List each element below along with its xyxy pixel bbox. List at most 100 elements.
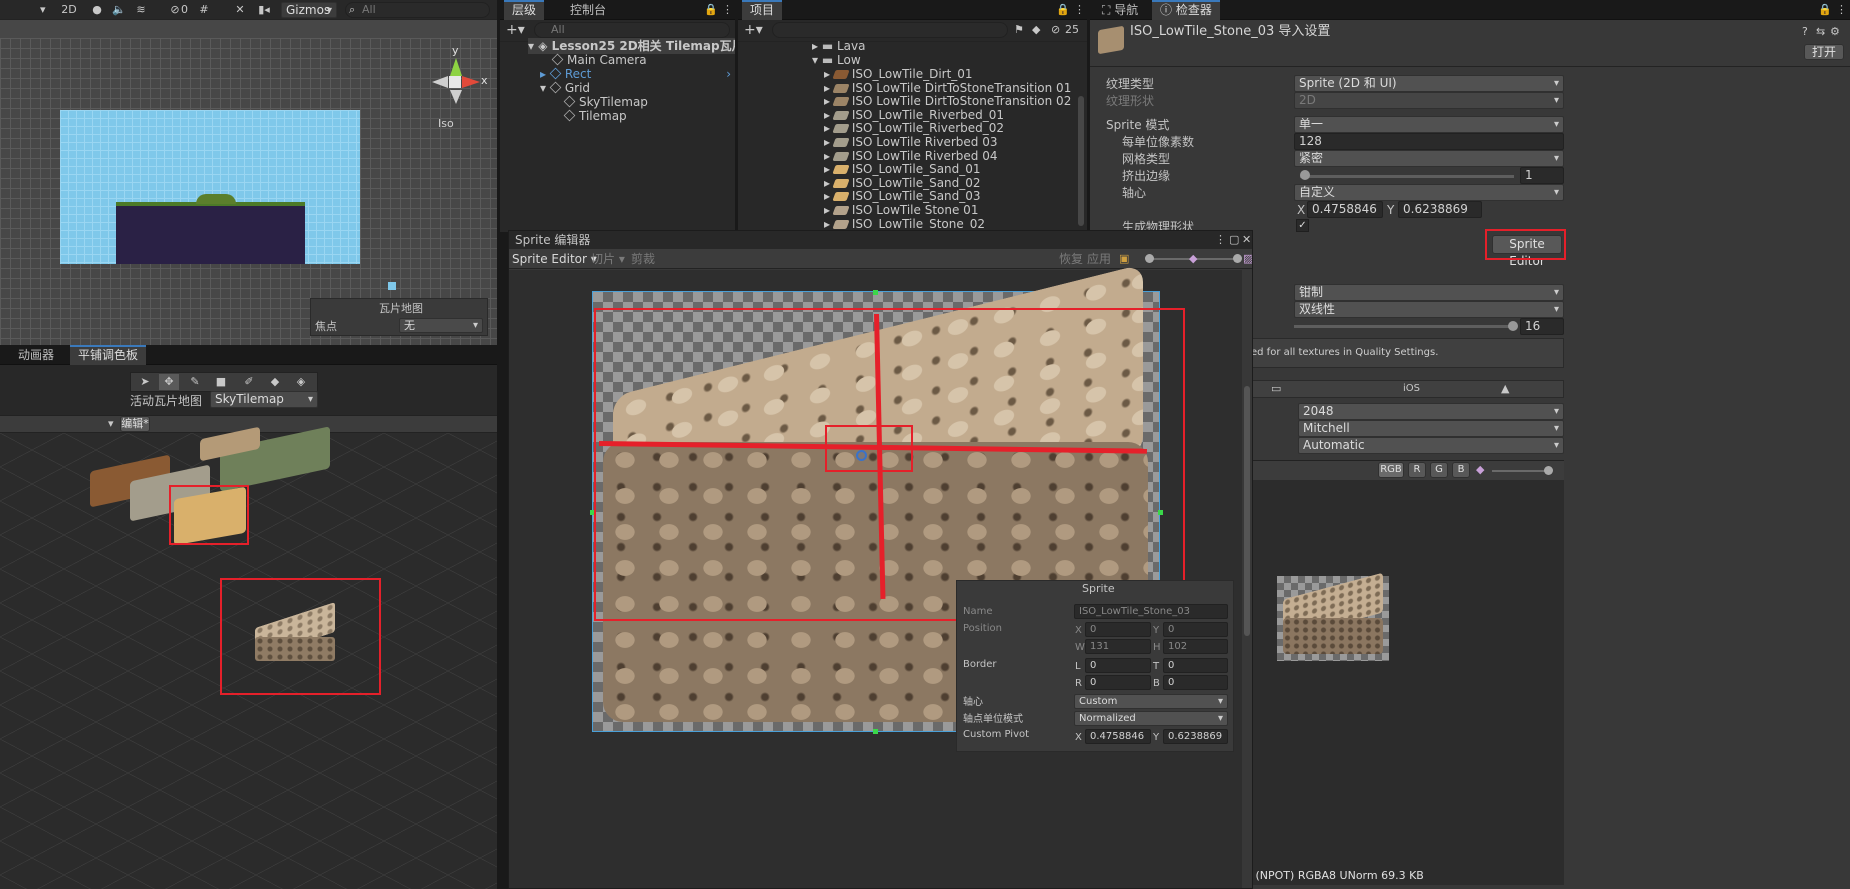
move-tool-icon[interactable]: ✥: [159, 374, 179, 390]
generate-physics-checkbox[interactable]: ✓: [1296, 219, 1309, 232]
sprite-mode-dropdown[interactable]: 单一: [1294, 116, 1564, 133]
hierarchy-item-tilemap[interactable]: Tilemap: [563, 108, 627, 124]
custom-pivot-y-field[interactable]: 0.6238869: [1163, 729, 1228, 744]
channel-g[interactable]: G: [1430, 462, 1448, 478]
gear-icon[interactable]: ⚙: [1830, 24, 1840, 40]
alpha-icon[interactable]: ◆: [1189, 251, 1197, 267]
scene-search-input[interactable]: All: [345, 2, 490, 18]
pivot-dropdown[interactable]: 自定义: [1294, 184, 1564, 201]
format-dropdown[interactable]: Automatic: [1298, 437, 1564, 454]
texture-type-dropdown[interactable]: Sprite (2D 和 UI): [1294, 75, 1564, 92]
chevron-right-icon[interactable]: ›: [726, 66, 731, 82]
box-fill-tool-icon[interactable]: ■: [211, 374, 231, 390]
pos-y-field[interactable]: 0: [1163, 622, 1228, 637]
gizmo-x-axis[interactable]: [462, 76, 480, 88]
gizmo-center[interactable]: [449, 76, 461, 88]
aniso-slider-handle[interactable]: [1508, 321, 1518, 331]
pos-w-field[interactable]: 131: [1085, 639, 1151, 654]
pixels-per-unit-field[interactable]: 128: [1294, 133, 1564, 150]
zoom-slider-handle-right[interactable]: [1233, 254, 1242, 263]
sprite-editor-button[interactable]: Sprite Editor: [1492, 235, 1562, 268]
sprite-handle-bottom[interactable]: [873, 729, 878, 734]
resize-algorithm-dropdown[interactable]: Mitchell: [1298, 420, 1564, 437]
mip-icon[interactable]: ▨: [1243, 251, 1252, 267]
alpha-icon[interactable]: ◆: [1476, 462, 1484, 478]
sprite-pivot-dropdown[interactable]: Custom: [1074, 694, 1228, 709]
lock-icon[interactable]: 🔒: [704, 2, 718, 18]
lighting-icon[interactable]: ●: [88, 2, 106, 18]
gizmos-dropdown[interactable]: Gizmos: [281, 2, 337, 18]
channel-rgb[interactable]: RGB: [1378, 462, 1404, 478]
help-icon[interactable]: ?: [1802, 24, 1808, 40]
picker-tool-icon[interactable]: ✐: [239, 374, 259, 390]
palette-canvas[interactable]: [0, 426, 497, 889]
hierarchy-search-input[interactable]: All: [534, 22, 730, 38]
scene-gizmo[interactable]: y x: [430, 44, 490, 104]
revert-button[interactable]: 恢复: [1059, 251, 1083, 267]
effects-icon[interactable]: ≋: [132, 2, 150, 18]
tab-inspector[interactable]: ⓘ 检查器: [1152, 0, 1220, 20]
close-icon[interactable]: ✕: [1242, 232, 1251, 248]
extrude-edges-field[interactable]: 1: [1520, 167, 1564, 184]
sprite-handle-left[interactable]: [590, 510, 595, 515]
kebab-menu-icon[interactable]: ⋮: [1074, 2, 1085, 18]
tab-tile-palette[interactable]: 平铺调色板: [70, 345, 147, 365]
eraser-tool-icon[interactable]: ◆: [265, 374, 285, 390]
color-toggle-icon[interactable]: ▣: [1119, 251, 1129, 267]
gizmo-y-axis[interactable]: [450, 58, 462, 76]
custom-pivot-x-field[interactable]: 0.4758846: [1085, 729, 1151, 744]
expand-arrow-icon[interactable]: ▾: [528, 39, 538, 53]
canvas-scrollbar-v[interactable]: [1244, 386, 1250, 636]
focus-dropdown[interactable]: 无: [399, 318, 483, 333]
expand-arrow-icon[interactable]: ▾: [812, 53, 822, 67]
border-t-field[interactable]: 0: [1163, 658, 1228, 673]
tools-icon[interactable]: ✕: [232, 2, 248, 18]
kebab-menu-icon[interactable]: ⋮: [1215, 232, 1226, 248]
android-icon[interactable]: ▲: [1501, 381, 1509, 397]
mip-slider-handle[interactable]: [1544, 466, 1553, 475]
extrude-slider-handle[interactable]: [1300, 170, 1310, 180]
active-tilemap-dropdown[interactable]: SkyTilemap: [210, 391, 318, 408]
sprite-handle-top[interactable]: [873, 290, 878, 295]
name-field[interactable]: ISO_LowTile_Stone_03: [1074, 604, 1228, 619]
tab-navigation[interactable]: ⛶ 导航: [1094, 0, 1146, 20]
mesh-type-dropdown[interactable]: 紧密: [1294, 150, 1564, 167]
add-icon[interactable]: +▾: [506, 22, 525, 38]
tab-console[interactable]: 控制台: [562, 0, 614, 20]
channel-b[interactable]: B: [1452, 462, 1470, 478]
filter-icon[interactable]: ⚑: [1014, 22, 1024, 38]
select-tool-icon[interactable]: ➤: [135, 374, 155, 390]
tab-animator[interactable]: 动画器: [10, 345, 62, 365]
preset-icon[interactable]: ⇆: [1816, 24, 1825, 40]
label-icon[interactable]: ◆: [1032, 22, 1040, 38]
project-scrollbar[interactable]: [1078, 96, 1084, 226]
visibility-icon[interactable]: ⊘: [168, 2, 182, 18]
dropdown-arrow-icon[interactable]: ▾: [40, 2, 46, 18]
audio-icon[interactable]: 🔈: [110, 2, 128, 18]
border-l-field[interactable]: 0: [1085, 658, 1151, 673]
gizmo-neg-y[interactable]: [450, 90, 462, 104]
pivot-x-field[interactable]: 0.4758846: [1307, 201, 1383, 218]
lock-icon[interactable]: 🔒: [1818, 2, 1832, 18]
pivot-y-field[interactable]: 0.6238869: [1398, 201, 1482, 218]
extrude-edges-slider[interactable]: [1300, 175, 1514, 178]
pivot-handle-icon[interactable]: [856, 450, 867, 461]
fill-tool-icon[interactable]: ◈: [291, 374, 311, 390]
kebab-menu-icon[interactable]: ⋮: [722, 2, 733, 18]
maximize-icon[interactable]: ▢: [1229, 232, 1239, 248]
pivot-unit-dropdown[interactable]: Normalized: [1074, 711, 1228, 726]
brush-tool-icon[interactable]: ✎: [185, 374, 205, 390]
mode-dropdown[interactable]: Sprite Editor ▾: [512, 251, 597, 267]
gizmo-neg-x[interactable]: [432, 76, 448, 88]
pos-h-field[interactable]: 102: [1163, 639, 1228, 654]
expand-arrow-icon[interactable]: ▸: [540, 67, 550, 81]
pos-x-field[interactable]: 0: [1085, 622, 1151, 637]
aniso-slider[interactable]: [1294, 325, 1514, 328]
grid-icon[interactable]: #: [196, 2, 212, 18]
border-b-field[interactable]: 0: [1163, 675, 1228, 690]
trim-button[interactable]: 剪裁: [631, 251, 655, 267]
mip-slider[interactable]: [1492, 470, 1550, 472]
border-r-field[interactable]: 0: [1085, 675, 1151, 690]
max-size-dropdown[interactable]: 2048: [1298, 403, 1564, 420]
monitor-icon[interactable]: ▭: [1271, 381, 1281, 397]
